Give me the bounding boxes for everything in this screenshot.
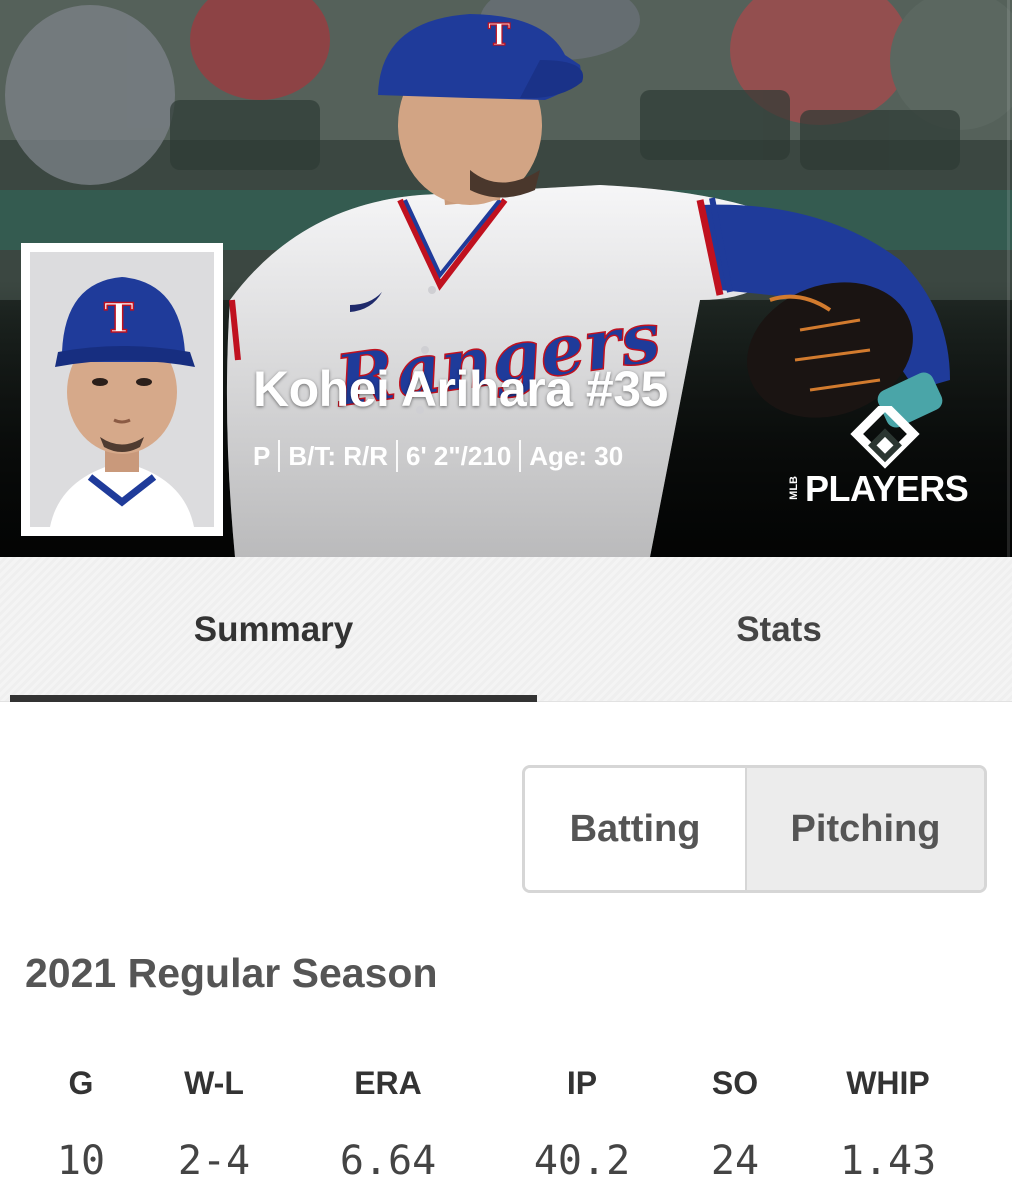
stat-header: G xyxy=(68,1065,94,1101)
stat-value: 10 xyxy=(56,1138,106,1184)
player-name-number: Kohei Arihara #35 xyxy=(253,361,668,417)
stat-value: 6.64 xyxy=(339,1138,437,1184)
player-age: Age: 30 xyxy=(529,440,624,471)
stat-value: 2-4 xyxy=(177,1138,251,1184)
player-headshot: T xyxy=(30,252,214,527)
stat-header: SO xyxy=(711,1065,759,1101)
mlb-players-wordmark: PLAYERS xyxy=(805,468,969,509)
meta-divider xyxy=(396,440,399,472)
mlb-small-label: MLB xyxy=(788,476,800,500)
stat-column-whip: WHIP 1.43 xyxy=(840,1060,936,1184)
batting-pitching-toggle: Batting Pitching xyxy=(522,765,987,893)
profile-tab-bar: Summary Stats xyxy=(0,557,1012,702)
player-bats-throws: B/T: R/R xyxy=(288,440,389,471)
season-title: 2021 Regular Season xyxy=(25,950,438,996)
headshot-frame: T xyxy=(21,243,223,536)
player-height-weight: 6' 2"/210 xyxy=(406,440,512,471)
stat-value: 40.2 xyxy=(533,1138,631,1184)
headshot-image: T xyxy=(30,252,214,527)
player-meta-line: P B/T: R/R 6' 2"/210 Age: 30 xyxy=(253,440,623,472)
tab-stats[interactable]: Stats xyxy=(537,557,1012,702)
tab-summary[interactable]: Summary xyxy=(10,557,537,702)
stat-header: ERA xyxy=(354,1065,422,1101)
stat-column-g: G 10 xyxy=(57,1060,105,1184)
meta-divider xyxy=(519,440,522,472)
stat-column-ip: IP 40.2 xyxy=(534,1060,630,1184)
stat-value: 1.43 xyxy=(839,1138,937,1184)
active-tab-indicator xyxy=(10,695,537,702)
batting-toggle-button[interactable]: Batting xyxy=(525,768,747,890)
stat-header: WHIP xyxy=(846,1065,930,1101)
meta-divider xyxy=(278,440,281,472)
player-hero-banner: Rangers T T Kohei Arihara #35 P B/T: R/R… xyxy=(0,0,1012,557)
player-position: P xyxy=(253,440,271,471)
stat-column-wl: W-L 2-4 xyxy=(178,1060,250,1184)
stat-column-so: SO 24 xyxy=(711,1060,759,1184)
svg-text:T: T xyxy=(104,295,134,342)
stat-header: W-L xyxy=(184,1065,244,1101)
svg-text:T: T xyxy=(488,18,511,53)
pitching-toggle-button[interactable]: Pitching xyxy=(747,768,984,890)
scrollbar[interactable] xyxy=(1006,0,1012,557)
stat-value: 24 xyxy=(710,1138,760,1184)
stat-header: IP xyxy=(566,1065,598,1101)
stat-column-era: ERA 6.64 xyxy=(340,1060,436,1184)
